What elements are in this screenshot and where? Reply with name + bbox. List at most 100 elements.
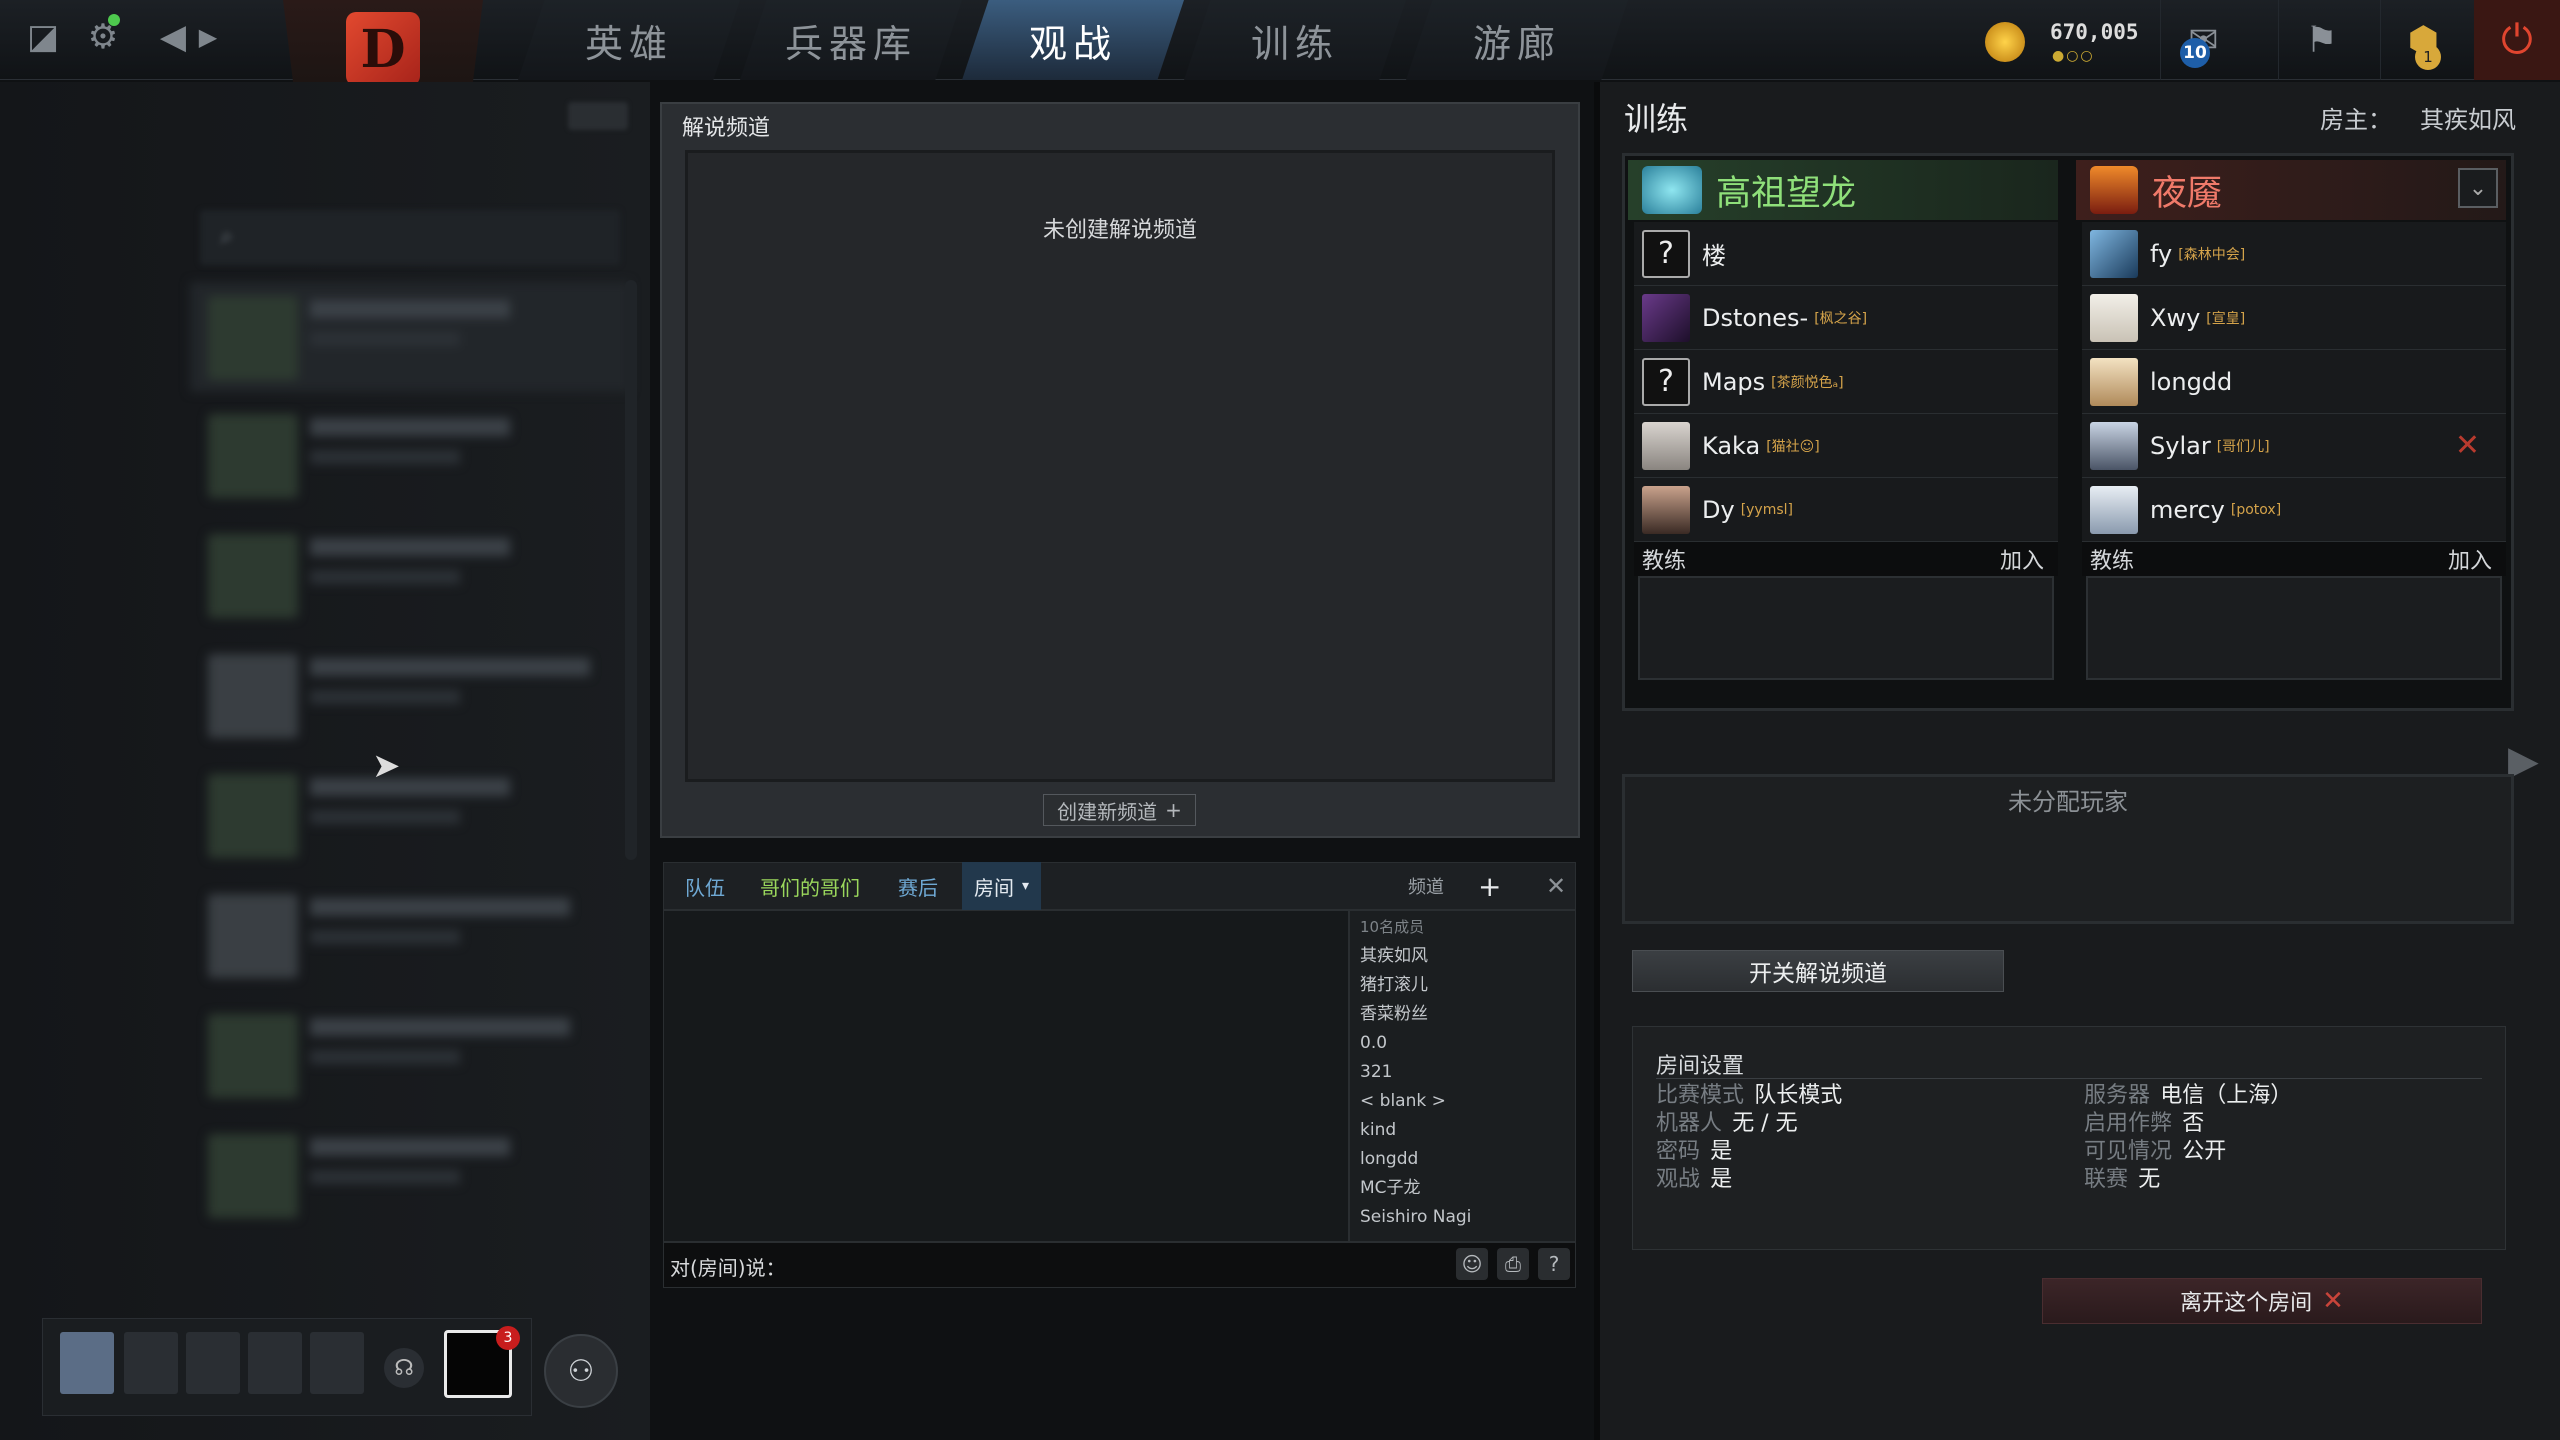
member-name[interactable]: MC子龙 [1360,1174,1565,1203]
chat-tab-team[interactable]: 队伍 [673,862,737,910]
power-exit-button[interactable]: ⏻ [2474,0,2560,80]
player-slot[interactable]: Dy [yymsl] [1634,478,2058,542]
radiant-team-header[interactable]: 高祖望龙 [1628,160,2058,220]
banner-icon: ⚑ [2305,19,2338,61]
chat-tab-lobby[interactable]: 房间 ▾ [962,862,1042,910]
friend-item[interactable] [190,282,630,392]
member-name[interactable]: 0.0 [1360,1029,1565,1058]
online-status-dot [108,14,120,26]
toggle-commentary-button[interactable]: 开关解说频道 [1632,950,2004,992]
dire-dropdown-button[interactable]: ⌄ [2458,168,2498,208]
party-avatar-self[interactable] [60,1332,114,1394]
settings-left-column: 比赛模式 队长模式 机器人 无 / 无 密码 是 观战 是 [1656,1082,1842,1194]
member-name[interactable]: 猪打滚儿 [1360,971,1565,1000]
friend-item[interactable] [190,1120,630,1230]
player-tag: [宣皇] [2206,310,2246,327]
member-name[interactable]: Seishiro Nagi [1360,1203,1565,1232]
setting-value: 无 / 无 [1732,1111,1798,1136]
friend-item[interactable] [190,520,630,630]
player-slot[interactable]: mercy [potox] [2082,478,2506,542]
member-name[interactable]: 香菜粉丝 [1360,1000,1565,1029]
add-channel-button[interactable]: + [1466,862,1513,910]
headset-icon: ☊ [394,1355,414,1381]
player-slot[interactable]: Dstones- [枫之谷] [1634,286,2058,350]
dire-team-header[interactable]: 夜魇 [2076,160,2506,220]
player-avatar [2090,293,2138,342]
party-slot-empty[interactable] [310,1332,364,1394]
close-chat-icon[interactable]: ✕ [1534,862,1578,910]
player-slot[interactable]: fy [森林中会] [2082,222,2506,286]
dire-coach-slot[interactable] [2086,576,2502,680]
friend-item[interactable] [190,880,630,990]
party-slot-empty[interactable] [186,1332,240,1394]
dire-coach-bar: 教练 加入 [2082,542,2506,576]
host-label: 房主： [2320,106,2392,134]
plus-icon: + [1165,798,1182,822]
radiant-player-list: ? 楼 Dstones- [枫之谷] ? Maps [茶颜悦色ₐ] Kaka [猫社☺] … [1634,222,2058,680]
party-slot-empty[interactable] [248,1332,302,1394]
friend-item[interactable] [190,1000,630,1110]
leave-lobby-button[interactable]: 离开这个房间 ✕ [2042,1278,2482,1324]
help-icon[interactable]: ? [1538,1248,1570,1280]
nav-tab-watch[interactable]: 观战 [962,0,1184,80]
friend-item[interactable] [190,400,630,510]
group-button[interactable]: ⚇ [544,1334,618,1408]
setting-value: 队长模式 [1754,1083,1843,1108]
chat-input-label: 对(房间)说： [670,1256,786,1280]
player-name: 楼 [1702,242,1726,270]
player-slot[interactable]: ? Maps [茶颜悦色ₐ] [1634,350,2058,414]
power-icon: ⏻ [2501,17,2533,63]
nav-tab-armory[interactable]: 兵器库 [740,0,962,80]
member-name[interactable]: < blank > [1360,1087,1565,1116]
voice-headset-button[interactable]: ☊ [384,1348,424,1388]
player-tag: [yymsl] [1740,501,1794,518]
player-slot[interactable]: ? 楼 [1634,222,2058,286]
member-count: 10名成员 [1360,918,1425,936]
player-slot[interactable]: Kaka [猫社☺] [1634,414,2058,478]
nav-tab-arcade[interactable]: 游廊 [1406,0,1628,80]
friend-item[interactable] [190,760,630,870]
dire-coach-join-button[interactable]: 加入 [2448,543,2492,575]
friend-item[interactable] [190,640,630,750]
screenshot-icon[interactable]: ⎙ [1497,1248,1529,1280]
radiant-coach-join-button[interactable]: 加入 [2000,543,2044,575]
chat-tab-postgame[interactable]: 赛后 [886,862,950,910]
player-slot[interactable]: Xwy [宣皇] [2082,286,2506,350]
chat-tab-friends-of-friends[interactable]: 哥们的哥们 [748,862,872,910]
player-slot[interactable]: Sylar [哥们儿] ✕ [2082,414,2506,478]
nav-tab-learn[interactable]: 训练 [1184,0,1406,80]
mouse-cursor-icon: ➤ [372,746,401,786]
player-name: Dy [1702,495,1735,524]
member-name[interactable]: 其疾如风 [1360,942,1565,971]
setting-key: 服务器 [2084,1083,2151,1108]
create-channel-button[interactable]: 创建新频道 + [1043,794,1196,826]
nav-tab-heroes[interactable]: 英雄 [518,0,740,80]
friends-search-input[interactable]: ⌕ [200,210,620,265]
dashboard-icon[interactable]: ◪ [20,14,66,60]
setting-key: 联赛 [2084,1167,2129,1192]
player-tag: [猫社☺] [1766,438,1820,455]
settings-right-column: 服务器 电信（上海） 启用作弊 否 可见情况 公开 联赛 无 [2084,1082,2292,1194]
radiant-coach-slot[interactable] [1638,576,2054,680]
chat-member-list: 10名成员 其疾如风 猪打滚儿 香菜粉丝 0.0 321 < blank > k… [1349,910,1576,1242]
unknown-avatar-icon: ? [1642,229,1690,278]
setting-value: 电信（上海） [2160,1083,2293,1108]
kick-player-icon[interactable]: ✕ [2455,428,2480,463]
emoji-icon[interactable]: ☺ [1456,1248,1488,1280]
friends-toggle-button[interactable] [568,102,628,130]
member-name[interactable]: kind [1360,1116,1565,1145]
party-slot-empty[interactable] [124,1332,178,1394]
player-name: Dstones- [1702,303,1809,332]
chat-input[interactable] [663,1242,1576,1288]
inventory-button[interactable]: ⚑ [2278,0,2364,80]
setting-value: 否 [2182,1111,2205,1136]
chat-tab-lobby-label: 房间 [974,875,1014,900]
coach-label: 教练 [2090,549,2135,574]
forward-arrow-icon[interactable]: ▶ [185,14,231,60]
member-name[interactable]: longdd [1360,1145,1565,1174]
level-dots: ●○○ [2052,48,2095,64]
player-slot[interactable]: longdd [2082,350,2506,414]
member-name[interactable]: 321 [1360,1058,1565,1087]
lobby-settings-title: 房间设置 [1656,1054,1745,1079]
friends-scrollbar[interactable] [625,280,637,860]
